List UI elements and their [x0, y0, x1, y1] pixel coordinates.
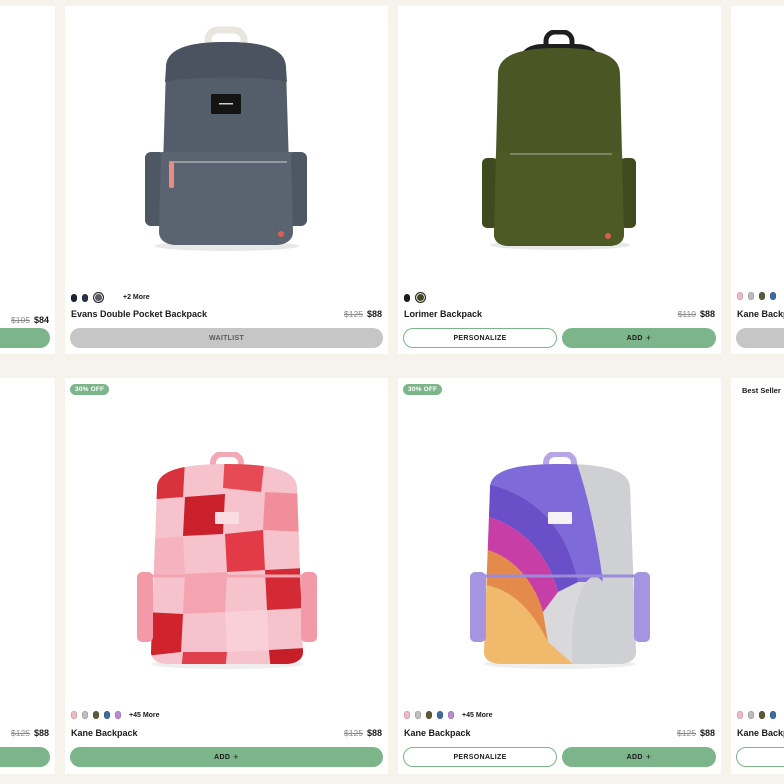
- color-swatch[interactable]: [104, 711, 110, 719]
- color-swatch[interactable]: [737, 711, 743, 719]
- product-name[interactable]: Kane Backpack: [71, 728, 138, 738]
- product-image[interactable]: [398, 452, 721, 672]
- product-card-edge-right-2[interactable]: Best Seller Kane Backp: [731, 378, 784, 774]
- color-swatch[interactable]: [93, 711, 99, 719]
- price-now: $84: [33, 315, 49, 325]
- product-price: $105 $84: [11, 315, 49, 325]
- price-now: $88: [699, 309, 715, 319]
- color-swatch[interactable]: [759, 711, 765, 719]
- discount-badge: 30% OFF: [403, 384, 443, 395]
- color-swatches: [737, 711, 776, 719]
- color-swatch[interactable]: [437, 711, 443, 719]
- color-swatch-selected[interactable]: [93, 292, 104, 303]
- color-swatches: [737, 292, 776, 300]
- price-was: $110: [677, 309, 696, 319]
- product-name[interactable]: Lorimer Backpack: [404, 309, 482, 319]
- color-swatch[interactable]: [748, 711, 754, 719]
- price-was: $125: [344, 728, 363, 738]
- color-swatch[interactable]: [759, 292, 765, 300]
- product-name[interactable]: Kane Backp: [737, 309, 784, 319]
- color-swatch[interactable]: [115, 711, 121, 719]
- product-price: $125 $88: [344, 309, 382, 319]
- add-button[interactable]: [0, 747, 50, 767]
- waitlist-button[interactable]: WAITLIST: [70, 328, 383, 348]
- button[interactable]: [736, 328, 784, 348]
- product-card-edge-left-1[interactable]: $105 $84: [0, 6, 55, 354]
- product-name[interactable]: Kane Backp: [737, 728, 784, 738]
- plus-icon: +: [233, 752, 239, 762]
- color-swatch[interactable]: [448, 711, 454, 719]
- discount-badge: 30% OFF: [70, 384, 110, 395]
- add-button[interactable]: ADD +: [562, 747, 716, 767]
- price-now: $88: [366, 728, 382, 738]
- color-swatches: [404, 292, 426, 303]
- add-button[interactable]: [0, 328, 50, 348]
- add-button[interactable]: ADD +: [562, 328, 716, 348]
- color-swatch[interactable]: [404, 293, 410, 302]
- product-card-kane-checker[interactable]: 30% OFF +45 More Kane Backpack $125 $88 …: [65, 378, 388, 774]
- product-image[interactable]: [398, 30, 721, 255]
- personalize-button[interactable]: PERSONALIZE: [403, 747, 557, 767]
- add-label: ADD: [626, 334, 643, 342]
- price-was: $105: [11, 315, 30, 325]
- add-button[interactable]: ADD +: [70, 747, 383, 767]
- color-swatch[interactable]: [415, 711, 421, 719]
- product-price: $125 $88: [11, 728, 49, 738]
- color-swatch[interactable]: [404, 711, 410, 719]
- color-swatch[interactable]: [770, 292, 776, 300]
- price-was: $125: [344, 309, 363, 319]
- product-name[interactable]: Kane Backpack: [404, 728, 471, 738]
- add-label: ADD: [626, 753, 643, 761]
- plus-icon: +: [645, 752, 652, 762]
- price-now: $88: [699, 728, 715, 738]
- product-card-edge-right-1[interactable]: Kane Backp: [731, 6, 784, 354]
- color-swatches: +45 More: [71, 711, 160, 719]
- add-label: ADD: [214, 753, 231, 761]
- color-swatch[interactable]: [737, 292, 743, 300]
- more-colors-link[interactable]: +2 More: [123, 294, 150, 301]
- more-colors-link[interactable]: +45 More: [462, 712, 493, 719]
- color-swatch-selected[interactable]: [415, 292, 426, 303]
- personalize-button[interactable]: [736, 747, 784, 767]
- more-colors-link[interactable]: +45 More: [129, 712, 160, 719]
- color-swatch[interactable]: [770, 711, 776, 719]
- color-swatch[interactable]: [426, 711, 432, 719]
- price-now: $88: [33, 728, 49, 738]
- color-swatch[interactable]: [71, 711, 77, 719]
- color-swatch[interactable]: [82, 293, 88, 302]
- color-swatch[interactable]: [82, 711, 88, 719]
- color-swatch[interactable]: [748, 292, 754, 300]
- product-image[interactable]: [65, 20, 388, 255]
- plus-icon: +: [645, 333, 652, 343]
- price-now: $88: [366, 309, 382, 319]
- product-price: $110 $88: [678, 309, 715, 319]
- product-price: $125 $88: [344, 728, 382, 738]
- product-image[interactable]: [65, 452, 388, 672]
- product-card-lorimer[interactable]: Lorimer Backpack $110 $88 PERSONALIZE ADD…: [398, 6, 721, 354]
- product-name[interactable]: Evans Double Pocket Backpack: [71, 309, 207, 319]
- product-card-kane-rainbow[interactable]: 30% OFF +45 More Kane Backpack $125 $88 …: [398, 378, 721, 774]
- best-seller-badge: Best Seller: [742, 386, 781, 395]
- price-was: $125: [11, 728, 30, 738]
- product-price: $125 $88: [677, 728, 715, 738]
- color-swatches: +2 More: [71, 292, 150, 303]
- color-swatches: +45 More: [404, 711, 493, 719]
- personalize-button[interactable]: PERSONALIZE: [403, 328, 557, 348]
- product-card-edge-left-2[interactable]: $125 $88: [0, 378, 55, 774]
- color-swatch[interactable]: [71, 293, 77, 302]
- price-was: $125: [677, 728, 696, 738]
- product-card-evans[interactable]: +2 More Evans Double Pocket Backpack $12…: [65, 6, 388, 354]
